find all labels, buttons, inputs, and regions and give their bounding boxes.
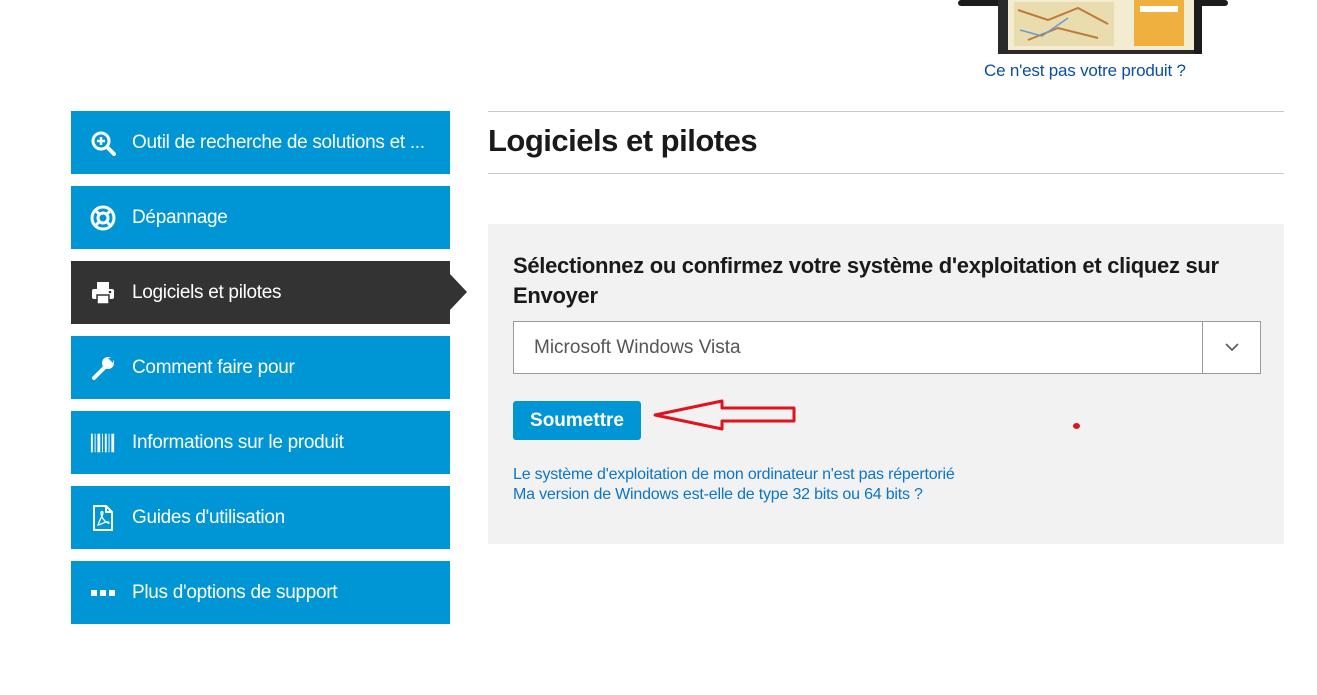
os-not-listed-link[interactable]: Le système d'exploitation de mon ordinat… [513,466,955,484]
os-select-dropdown[interactable]: Microsoft Windows Vista [513,321,1261,374]
os-selection-panel: Sélectionnez ou confirmez votre système … [488,224,1284,544]
annotation-dot [1073,423,1080,429]
sidebar-item-label: Logiciels et pilotes [132,281,282,303]
sidebar-item-label: Guides d'utilisation [132,506,285,528]
support-sidebar: Outil de recherche de solutions et ... D… [71,111,467,636]
barcode-icon [90,430,116,456]
wrench-icon [90,355,116,381]
submit-button[interactable]: Soumettre [513,401,641,440]
search-plus-icon [90,130,116,156]
sidebar-item-troubleshooting[interactable]: Dépannage [71,186,450,249]
pdf-document-icon [90,504,116,531]
not-your-product-link[interactable]: Ce n'est pas votre produit ? [984,61,1186,81]
sidebar-item-label: Outil de recherche de solutions et ... [132,131,425,153]
chevron-down-icon[interactable] [1202,322,1260,373]
sidebar-item-how-to[interactable]: Comment faire pour [71,336,450,399]
sidebar-item-label: Informations sur le produit [132,431,344,453]
sidebar-item-user-guides[interactable]: Guides d'utilisation [71,486,450,549]
sidebar-item-software-drivers[interactable]: Logiciels et pilotes [71,261,467,324]
more-dots-icon [90,580,116,606]
sidebar-item-more-support[interactable]: Plus d'options de support [71,561,450,624]
windows-32-64-link[interactable]: Ma version de Windows est-elle de type 3… [513,486,923,504]
printer-icon [90,280,116,306]
sidebar-item-label: Plus d'options de support [132,581,338,603]
sidebar-item-product-info[interactable]: Informations sur le produit [71,411,450,474]
page-title: Logiciels et pilotes [488,123,758,158]
divider [488,111,1284,112]
annotation-arrow [653,399,796,431]
divider [488,173,1284,174]
sidebar-item-label: Dépannage [132,206,228,228]
sidebar-item-label: Comment faire pour [132,356,295,378]
os-selection-heading: Sélectionnez ou confirmez votre système … [513,253,1219,308]
sidebar-item-solutions-finder[interactable]: Outil de recherche de solutions et ... [71,111,450,174]
product-image [958,0,1228,56]
os-select-value: Microsoft Windows Vista [534,337,741,358]
lifebuoy-icon [90,205,116,231]
